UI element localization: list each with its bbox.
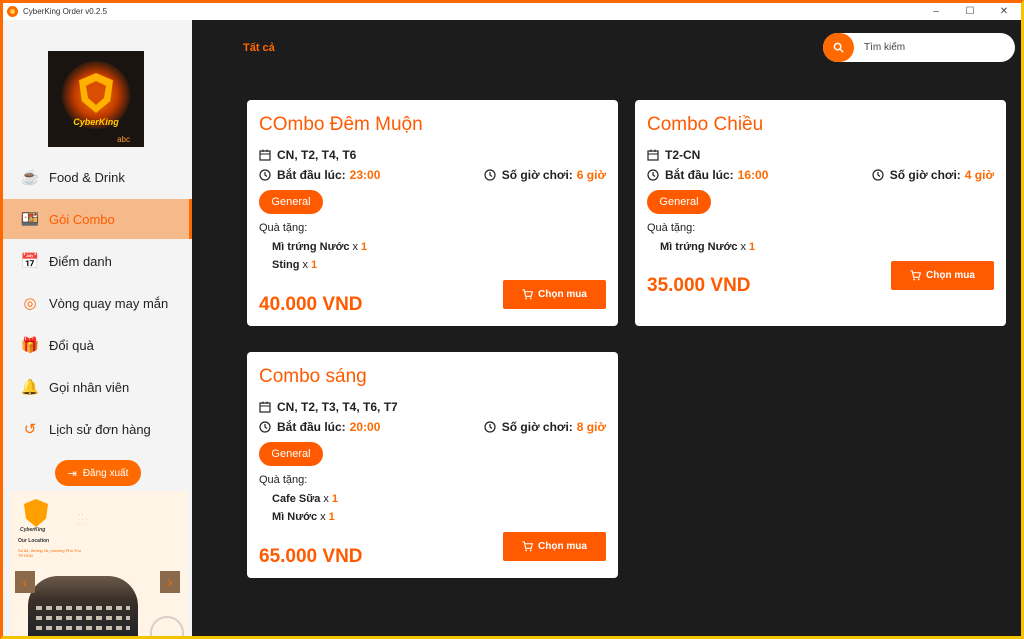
combo-start-time: Bắt đầu lúc: 16:00	[647, 168, 768, 182]
venue-photo	[28, 576, 138, 636]
combo-price: 40.000 VND	[259, 294, 363, 315]
combo-card: Combo Chiều T2-CN Bắt đầu lúc: 16:00 Số g…	[635, 100, 1006, 326]
clock-icon	[259, 421, 271, 433]
gift-item: Sting x 1	[272, 259, 318, 271]
app-logo-icon	[7, 6, 18, 17]
gifts-label: Quà tặng:	[259, 222, 308, 234]
cart-icon	[522, 289, 534, 300]
title-bar: CyberKing Order v0.2.5 – ☐ ✕	[3, 3, 1021, 20]
combo-days: CN, T2, T4, T6	[259, 148, 356, 162]
sidebar-item-food-drink[interactable]: ☕ Food & Drink	[3, 157, 192, 197]
main-content: Tất cả COmbo Đêm Muộn CN, T2, T4, T6 Bắt…	[192, 20, 1021, 636]
promo-logo-icon	[24, 499, 48, 527]
sidebar-item-redeem[interactable]: 🎁 Đổi quà	[3, 325, 192, 365]
decorative-dots-icon: · · · · · · ·	[78, 512, 88, 528]
combo-name: COmbo Đêm Muộn	[259, 114, 423, 135]
sidebar-item-order-history[interactable]: ↺ Lịch sử đơn hàng	[3, 409, 192, 449]
combo-badge: General	[647, 190, 711, 214]
promo-address: Số 84, đường 16, phường Phú Thu TP.HCM	[18, 548, 81, 558]
clock-icon	[647, 169, 659, 181]
gift-item: Mì trứng Nước x 1	[272, 241, 368, 253]
logout-icon: ⇥	[67, 467, 77, 480]
calendar-icon	[647, 149, 659, 161]
combo-start-time: Bắt đầu lúc: 20:00	[259, 420, 380, 434]
combo-name: Combo sáng	[259, 366, 367, 387]
gifts-label: Quà tặng:	[259, 474, 308, 486]
gift-item: Cafe Sữa x 1	[272, 493, 338, 505]
sidebar-item-label: Vòng quay may mắn	[49, 295, 169, 311]
maximize-icon[interactable]: ☐	[953, 3, 987, 20]
gift-icon: 🎁	[20, 337, 40, 354]
app-window: CyberKing Order v0.2.5 – ☐ ✕ CyberKing a…	[0, 0, 1024, 639]
search-icon	[833, 42, 844, 53]
lucky-wheel-icon: ◎	[23, 295, 37, 312]
combo-price: 35.000 VND	[647, 275, 751, 296]
minimize-icon[interactable]: –	[919, 3, 953, 20]
history-icon: ↺	[23, 421, 37, 438]
sidebar-item-label: Gọi nhân viên	[49, 379, 130, 395]
combo-card: COmbo Đêm Muộn CN, T2, T4, T6 Bắt đầu lú…	[247, 100, 618, 326]
gifts-label: Quà tặng:	[647, 222, 696, 234]
gift-item: Mì trứng Nước x 1	[660, 241, 756, 253]
logout-label: Đăng xuất	[82, 467, 129, 479]
sidebar-item-label: Food & Drink	[49, 169, 125, 185]
calendar-icon	[259, 401, 271, 413]
sidebar-nav: ☕ Food & Drink 🍱 Gói Combo 📅 Điểm danh ◎…	[3, 157, 192, 451]
combo-food-icon: 🍱	[20, 211, 40, 228]
tab-all[interactable]: Tất cả	[243, 42, 275, 54]
search-button[interactable]	[823, 33, 854, 62]
search-input[interactable]	[864, 42, 1004, 53]
promo-location-title: Our Location	[18, 538, 50, 544]
sidebar-item-call-staff[interactable]: 🔔 Gọi nhân viên	[3, 367, 192, 407]
combo-badge: General	[259, 442, 323, 466]
combo-play-hours: Số giờ chơi: 6 giờ	[484, 168, 606, 182]
bell-icon: 🔔	[20, 379, 40, 396]
promo-banner: CyberKing · · · · · · · Our Location Số 84…	[10, 491, 188, 636]
sidebar-item-checkin[interactable]: 📅 Điểm danh	[3, 241, 192, 281]
combo-price: 65.000 VND	[259, 546, 363, 567]
cart-icon	[522, 541, 534, 552]
logo-brand: CyberKing	[73, 117, 119, 127]
clock-icon	[259, 169, 271, 181]
combo-play-hours: Số giờ chơi: 8 giờ	[484, 420, 606, 434]
combo-card: Combo sáng CN, T2, T3, T4, T6, T7 Bắt đầ…	[247, 352, 618, 578]
combo-days: T2-CN	[647, 148, 700, 162]
close-icon[interactable]: ✕	[987, 3, 1021, 20]
sidebar-item-lucky-wheel[interactable]: ◎ Vòng quay may mắn	[3, 283, 192, 323]
clock-icon	[484, 421, 496, 433]
logout-button[interactable]: ⇥ Đăng xuất	[55, 460, 141, 486]
buy-button[interactable]: Chọn mua	[503, 280, 606, 309]
combo-start-time: Bắt đầu lúc: 23:00	[259, 168, 380, 182]
window-title: CyberKing Order v0.2.5	[23, 7, 108, 16]
calendar-icon: 📅	[20, 253, 40, 270]
calendar-icon	[259, 149, 271, 161]
sidebar-item-label: Gói Combo	[49, 211, 115, 227]
cart-icon	[910, 270, 922, 281]
combo-name: Combo Chiều	[647, 114, 764, 135]
combo-play-hours: Số giờ chơi: 4 giờ	[872, 168, 994, 182]
gift-item: Mì Nước x 1	[272, 511, 335, 523]
promo-brand: CyberKing	[20, 527, 46, 533]
combo-days: CN, T2, T3, T4, T6, T7	[259, 400, 398, 414]
coffee-cup-icon: ☕	[20, 169, 40, 186]
promo-next-arrow-icon[interactable]: ›	[160, 571, 180, 593]
buy-button[interactable]: Chọn mua	[503, 532, 606, 561]
cyberking-logo: CyberKing abc	[48, 51, 144, 147]
buy-button[interactable]: Chọn mua	[891, 261, 994, 290]
clock-icon	[484, 169, 496, 181]
search-bar	[823, 33, 1015, 62]
clock-icon	[872, 169, 884, 181]
sidebar-item-label: Đổi quà	[49, 337, 94, 353]
sidebar-item-combo[interactable]: 🍱 Gói Combo	[3, 199, 192, 239]
sidebar-item-label: Điểm danh	[49, 253, 112, 269]
decorative-arc-icon	[150, 616, 184, 636]
logo-sub: abc	[117, 135, 130, 144]
promo-prev-arrow-icon[interactable]: ‹	[15, 571, 35, 593]
combo-badge: General	[259, 190, 323, 214]
sidebar-item-label: Lịch sử đơn hàng	[49, 421, 151, 437]
sidebar: CyberKing abc ☕ Food & Drink 🍱 Gói Combo…	[3, 20, 192, 636]
